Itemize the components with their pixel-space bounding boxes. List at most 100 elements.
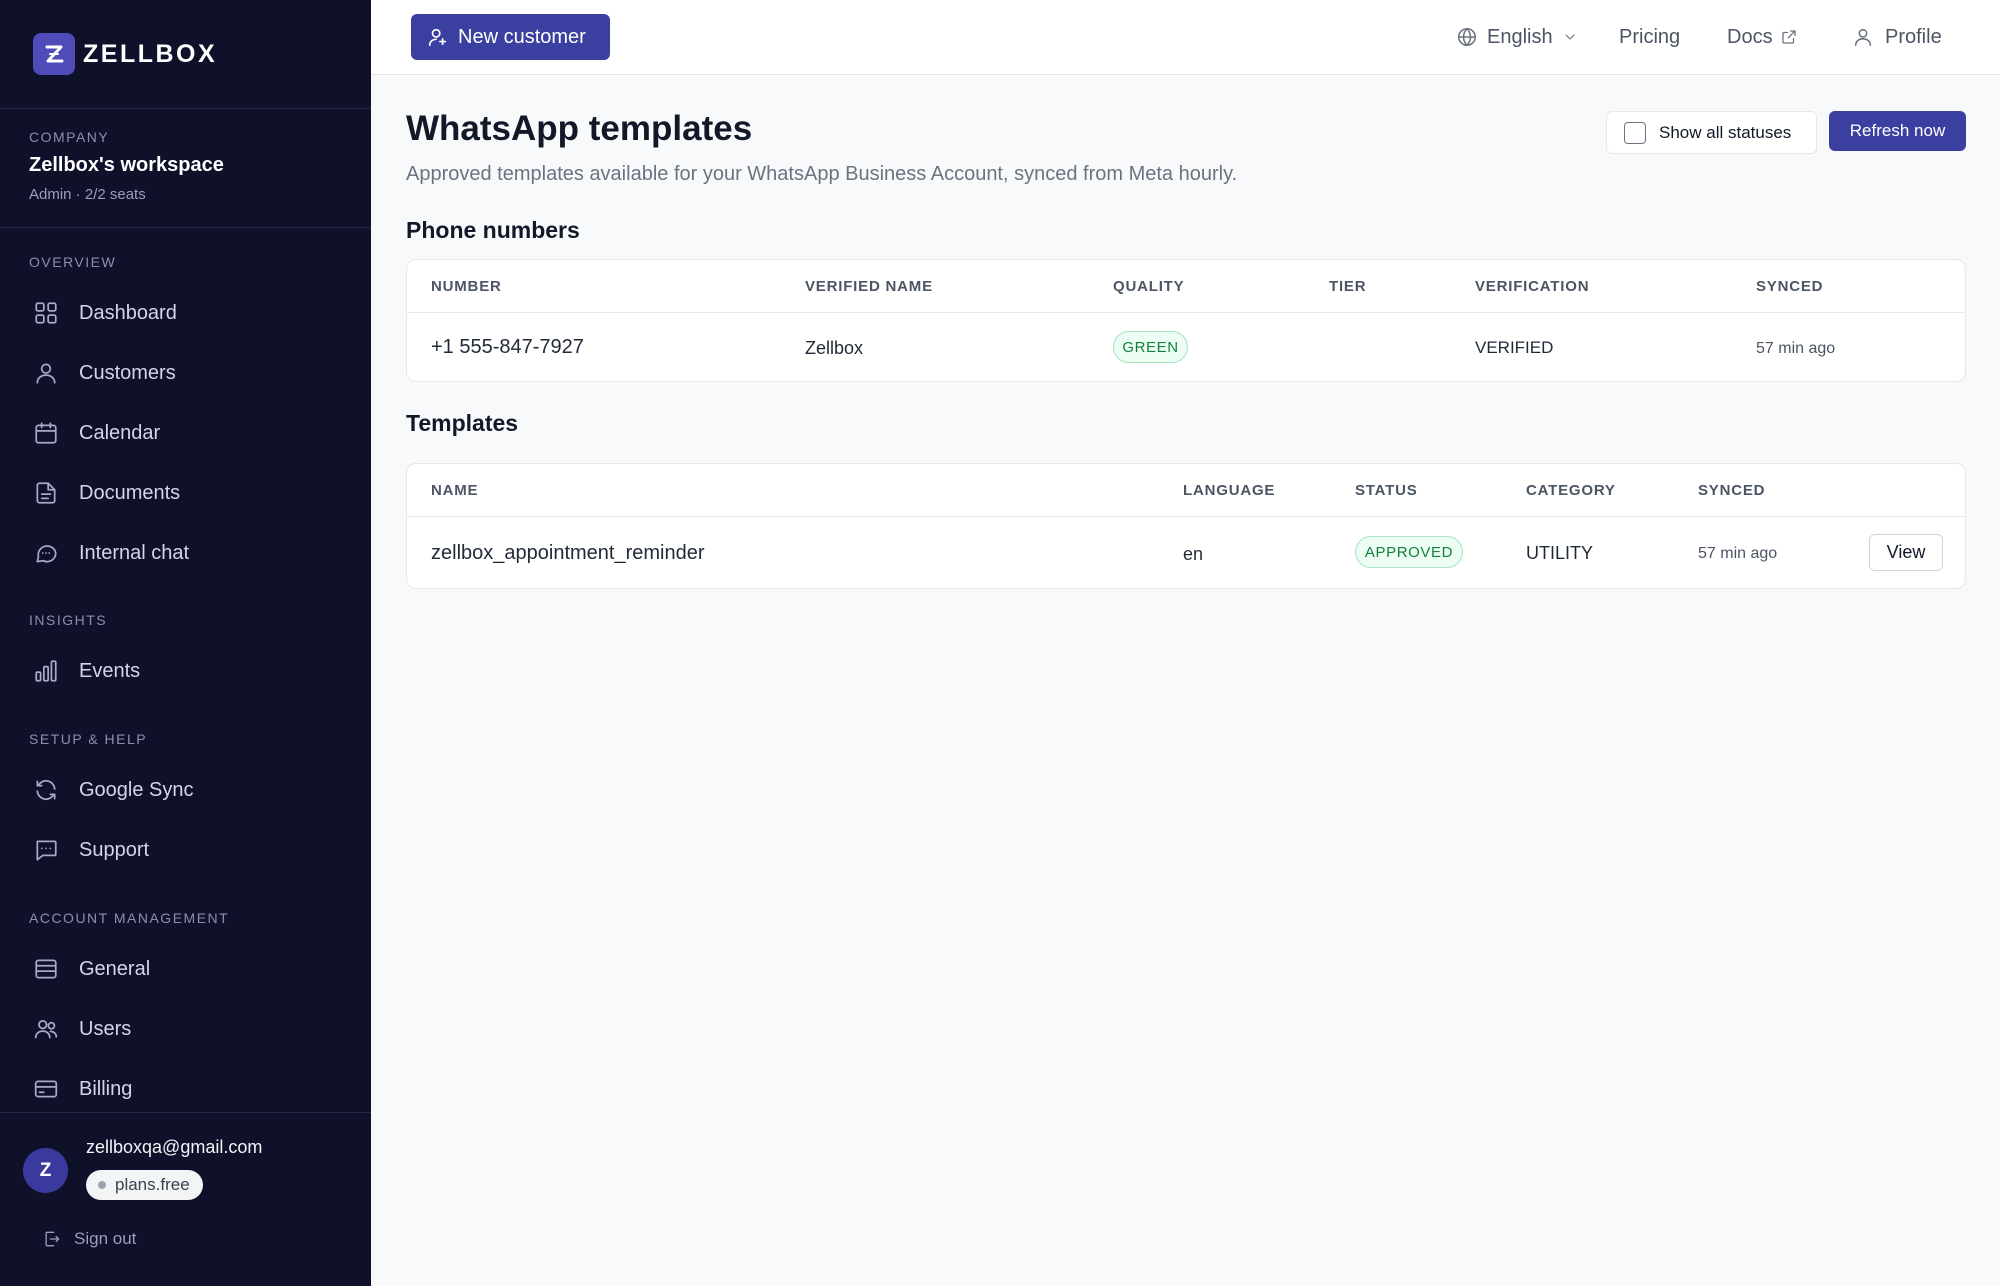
calendar-icon [35,422,57,444]
docs-link[interactable]: Docs [1727,22,1798,52]
plan-label: plans.free [115,1175,190,1194]
template-category: UTILITY [1526,543,1594,563]
chat-icon [36,545,57,563]
section-label-setup-help: SETUP & HELP [29,731,148,747]
brand[interactable]: ZELLBOX [0,0,371,109]
sidebar-item-calendar[interactable]: Calendar [33,413,160,453]
new-customer-button[interactable]: New customer [411,14,610,60]
page-subtitle: Approved templates available for your Wh… [406,163,1238,185]
column-header: VERIFICATION [1475,278,1590,295]
user-icon [1854,28,1872,47]
templates-table: NAME LANGUAGE STATUS CATEGORY SYNCED zel… [406,463,1966,589]
show-all-statuses-checkbox[interactable] [1624,121,1646,144]
list-icon [35,959,57,979]
column-header: NAME [431,482,479,499]
section-label-insights: INSIGHTS [29,612,108,628]
sign-out-label: Sign out [74,1229,137,1248]
quality-badge: GREEN [1113,331,1188,363]
sidebar-item-label: Users [79,1017,132,1040]
phone-numbers-title: Phone numbers [406,217,580,243]
users-icon [34,1020,58,1039]
external-link-icon [1781,30,1796,44]
show-all-statuses-toggle[interactable]: Show all statuses [1606,111,1817,154]
column-header: SYNCED [1756,278,1824,295]
column-header: TIER [1329,278,1367,295]
column-header: CATEGORY [1526,482,1616,499]
user-email: zellboxqa@gmail.com [86,1137,263,1157]
sidebar-item-support[interactable]: Support [33,830,149,870]
verification-status: VERIFIED [1475,338,1554,357]
sidebar-item-dashboard[interactable]: Dashboard [33,293,177,333]
top-bar: New customer English Pricing Docs Profil… [371,0,2000,75]
document-icon [36,482,56,504]
company-label: COMPANY [29,129,110,145]
sidebar-item-google-sync[interactable]: Google Sync [33,770,194,810]
plan-badge: plans.free [86,1170,203,1200]
profile-label: Profile [1885,25,1942,48]
chevron-down-icon [1565,34,1575,40]
template-language: en [1183,544,1204,564]
phone-numbers-table: NUMBER VERIFIED NAME QUALITY TIER VERIFI… [406,259,1966,382]
sidebar-item-label: Customers [79,361,176,384]
phone-number: +1 555-847-7927 [431,336,584,358]
sidebar-item-label: Billing [79,1077,133,1100]
add-user-icon [428,28,447,47]
language-label: English [1487,25,1553,48]
template-name: zellbox_appointment_reminder [431,542,705,564]
show-all-statuses-label: Show all statuses [1659,122,1792,142]
column-header: LANGUAGE [1183,482,1276,499]
column-header: QUALITY [1113,278,1185,295]
language-selector[interactable]: English [1456,22,1578,52]
sidebar-item-label: General [79,957,151,980]
pricing-link[interactable]: Pricing [1619,22,1680,52]
company-name: Zellbox's workspace [29,154,224,176]
sidebar-item-events[interactable]: Events [33,651,140,691]
sign-out-button[interactable]: Sign out [42,1229,136,1249]
sidebar-item-label: Calendar [79,421,161,444]
zellbox-logo-icon [33,33,75,75]
templates-title: Templates [406,410,519,436]
sidebar-item-label: Dashboard [79,301,177,324]
docs-label: Docs [1727,25,1773,48]
refresh-now-button[interactable]: Refresh now [1829,111,1966,151]
plan-dot-icon [98,1181,106,1189]
company-switcher[interactable]: COMPANY Zellbox's workspace Admin · 2/2 … [0,109,371,228]
status-badge: APPROVED [1355,536,1463,568]
sidebar-item-label: Google Sync [79,778,194,801]
sidebar-item-label: Events [79,659,141,682]
sidebar-item-documents[interactable]: Documents [33,473,180,513]
sidebar-item-users[interactable]: Users [33,1009,131,1049]
sidebar-item-internal-chat[interactable]: Internal chat [33,533,189,573]
synced-time: 57 min ago [1698,545,1778,562]
user-icon [36,363,56,384]
sign-out-icon [45,1231,60,1247]
brand-name: ZELLBOX [83,39,218,68]
sidebar-item-customers[interactable]: Customers [33,353,176,393]
credit-card-icon [34,1080,58,1098]
page-title: WhatsApp templates [406,109,753,148]
header-divider [407,312,1965,313]
column-header: STATUS [1355,482,1418,499]
column-header: NUMBER [431,278,502,295]
sidebar-item-label: Documents [79,481,181,504]
grid-icon [35,302,57,324]
new-customer-label: New customer [458,25,586,48]
synced-time: 57 min ago [1756,340,1836,357]
profile-link[interactable]: Profile [1852,22,1942,52]
sidebar-item-label: Internal chat [79,541,190,564]
section-label-overview: OVERVIEW [29,254,117,270]
globe-icon [1457,27,1477,47]
bar-chart-icon [35,660,57,682]
sidebar-item-billing[interactable]: Billing [33,1069,132,1109]
company-meta: Admin · 2/2 seats [29,186,146,203]
support-chat-icon [36,840,57,861]
refresh-icon [36,779,56,801]
pricing-label: Pricing [1619,25,1681,48]
view-template-button[interactable]: View [1869,534,1943,571]
sidebar-item-label: Support [79,838,150,861]
sidebar-item-general[interactable]: General [33,949,150,989]
sidebar: ZELLBOX COMPANY Zellbox's workspace Admi… [0,0,371,1286]
column-header: VERIFIED NAME [805,278,933,295]
avatar[interactable]: Z [23,1148,68,1193]
section-label-account-management: ACCOUNT MANAGEMENT [29,910,230,926]
